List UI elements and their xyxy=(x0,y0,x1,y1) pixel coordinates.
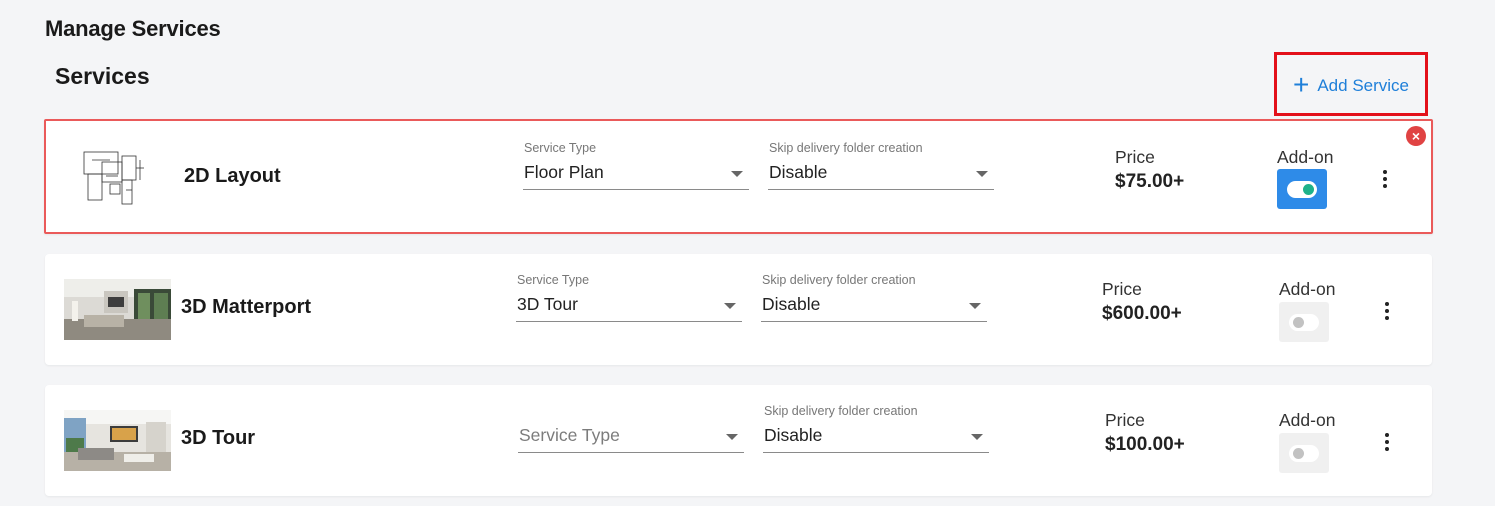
addon-toggle[interactable] xyxy=(1279,433,1329,473)
service-card-3d-tour[interactable]: 3D Tour Service Type Skip delivery folde… xyxy=(45,385,1432,496)
skip-folder-select[interactable]: Skip delivery folder creation Disable xyxy=(768,141,994,191)
service-type-placeholder: Service Type xyxy=(519,425,620,445)
price-label: Price xyxy=(1115,147,1155,167)
dropdown-arrow-icon xyxy=(726,434,738,440)
price-value: $75.00+ xyxy=(1115,171,1185,192)
interior-photo-thumbnail xyxy=(64,279,171,340)
add-service-button[interactable]: + Add Service xyxy=(1274,52,1428,116)
add-service-label: Add Service xyxy=(1317,76,1410,95)
service-type-value: Floor Plan xyxy=(524,162,604,182)
more-options-icon[interactable] xyxy=(1377,428,1397,456)
dropdown-arrow-icon xyxy=(731,171,743,177)
interior-photo-thumbnail xyxy=(64,410,171,471)
skip-folder-value: Disable xyxy=(764,425,823,445)
addon-label: Add-on xyxy=(1279,410,1336,430)
service-name: 2D Layout xyxy=(184,165,281,187)
section-title: Services xyxy=(55,63,150,89)
skip-folder-value: Disable xyxy=(769,162,828,182)
page-title: Manage Services xyxy=(45,16,221,41)
service-type-select[interactable]: Service Type xyxy=(518,404,744,454)
skip-folder-select[interactable]: Skip delivery folder creation Disable xyxy=(763,404,989,454)
dropdown-arrow-icon xyxy=(724,303,736,309)
price-label: Price xyxy=(1102,279,1142,299)
addon-toggle[interactable] xyxy=(1279,302,1329,342)
remove-service-icon[interactable]: × xyxy=(1406,126,1426,146)
dropdown-arrow-icon xyxy=(971,434,983,440)
service-name: 3D Matterport xyxy=(181,296,312,318)
dropdown-arrow-icon xyxy=(976,171,988,177)
service-type-label: Service Type xyxy=(517,273,590,287)
service-card-2d-layout[interactable]: 2D Layout Service Type Floor Plan Skip d… xyxy=(44,119,1433,234)
skip-folder-label: Skip delivery folder creation xyxy=(769,141,923,155)
service-type-label: Service Type xyxy=(524,141,597,155)
floor-plan-thumbnail xyxy=(80,146,160,206)
price-label: Price xyxy=(1105,410,1145,430)
skip-folder-label: Skip delivery folder creation xyxy=(762,273,916,287)
price-value: $100.00+ xyxy=(1105,434,1185,455)
service-type-select[interactable]: Service Type 3D Tour xyxy=(516,273,742,323)
service-card-3d-matterport[interactable]: 3D Matterport Service Type 3D Tour Skip … xyxy=(45,254,1432,365)
skip-folder-select[interactable]: Skip delivery folder creation Disable xyxy=(761,273,987,323)
more-options-icon[interactable] xyxy=(1375,165,1395,193)
dropdown-arrow-icon xyxy=(969,303,981,309)
service-type-select[interactable]: Service Type Floor Plan xyxy=(523,141,749,191)
plus-icon: + xyxy=(1292,68,1310,100)
addon-label: Add-on xyxy=(1279,279,1336,299)
service-name: 3D Tour xyxy=(181,427,256,449)
addon-label: Add-on xyxy=(1277,147,1334,167)
addon-toggle[interactable] xyxy=(1277,169,1327,209)
skip-folder-label: Skip delivery folder creation xyxy=(764,404,918,418)
service-type-value: 3D Tour xyxy=(517,294,578,314)
price-value: $600.00+ xyxy=(1102,303,1182,324)
more-options-icon[interactable] xyxy=(1377,297,1397,325)
skip-folder-value: Disable xyxy=(762,294,821,314)
